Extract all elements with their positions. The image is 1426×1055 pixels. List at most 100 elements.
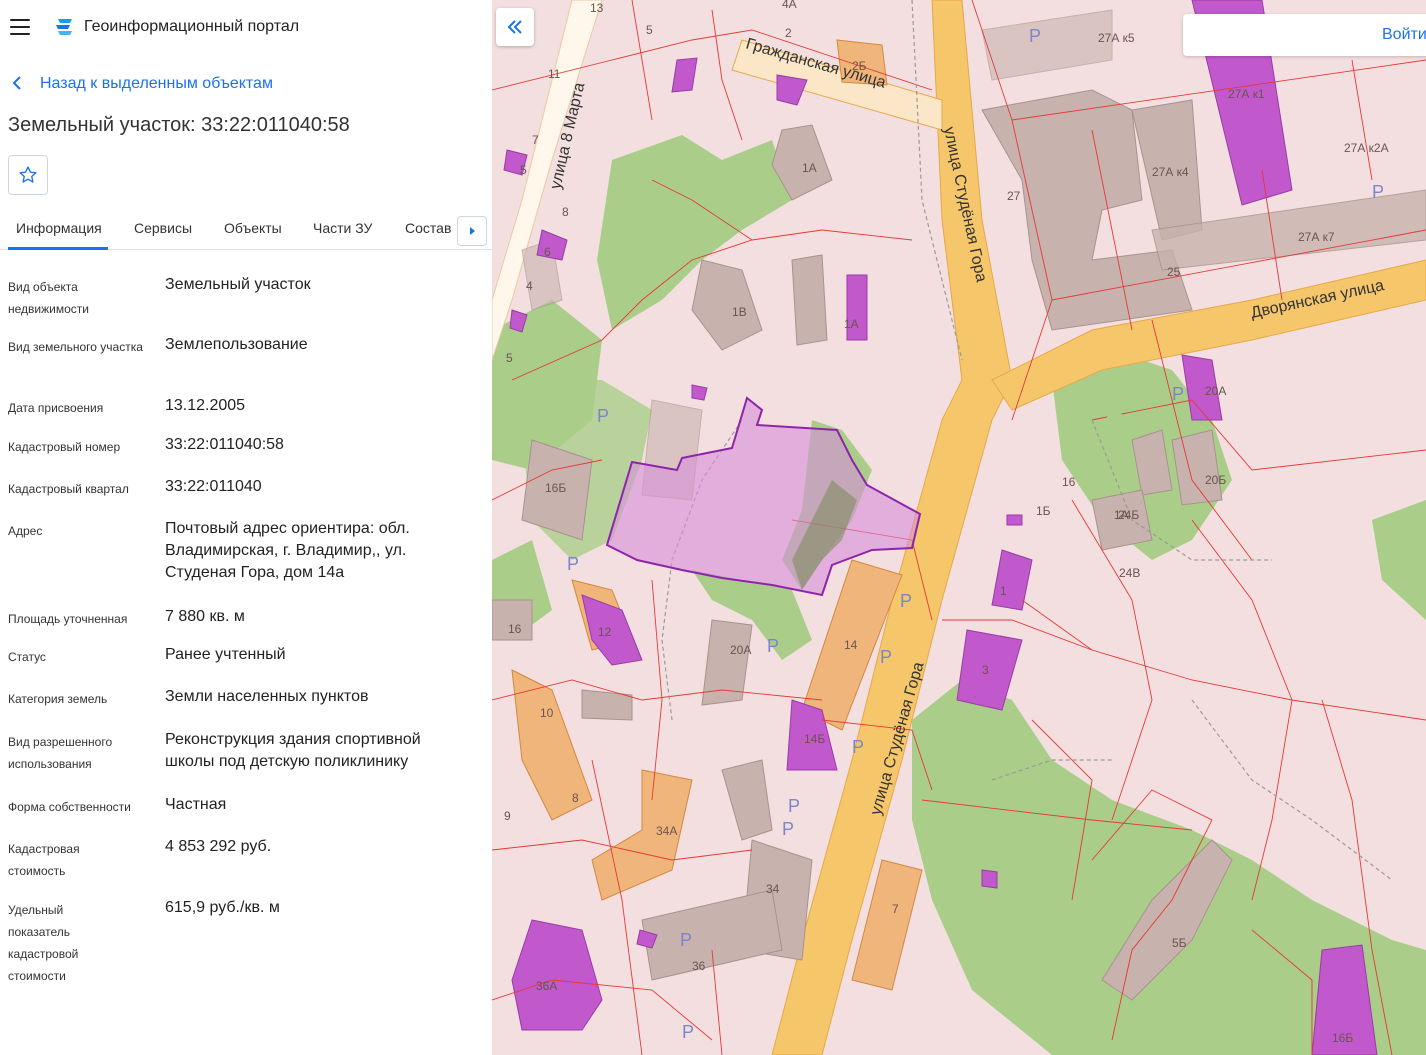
- svg-text:34А: 34А: [656, 824, 677, 838]
- svg-text:36А: 36А: [536, 979, 557, 993]
- tab-parts[interactable]: Части ЗУ: [313, 220, 372, 236]
- svg-text:14: 14: [844, 638, 858, 652]
- svg-text:P: P: [1172, 384, 1184, 404]
- svg-text:P: P: [597, 406, 609, 426]
- svg-text:24Б: 24Б: [1118, 508, 1139, 522]
- svg-text:P: P: [1029, 26, 1041, 46]
- svg-text:1В: 1В: [732, 305, 747, 319]
- login-button[interactable]: Войти: [1382, 26, 1426, 44]
- svg-text:27А к2А: 27А к2А: [1344, 141, 1389, 155]
- svg-text:4А: 4А: [782, 0, 797, 11]
- svg-text:8: 8: [572, 791, 579, 805]
- tab-information[interactable]: Информация: [16, 220, 102, 236]
- property-label: Вид разрешенного использования: [8, 735, 113, 771]
- svg-text:27А к4: 27А к4: [1152, 165, 1189, 179]
- svg-text:27А к1: 27А к1: [1228, 87, 1265, 101]
- svg-text:1А: 1А: [844, 317, 859, 331]
- top-bar: Геоинформационный портал: [0, 0, 492, 56]
- property-value: 4 853 292 руб.: [165, 838, 272, 855]
- info-panel: Геоинформационный портал Назад к выделен…: [0, 0, 492, 1055]
- tab-bar: Информация Сервисы Объекты Части ЗУ Сост…: [0, 210, 492, 250]
- app-title: Геоинформационный портал: [84, 18, 300, 35]
- property-label: Площадь уточненная: [8, 612, 128, 626]
- property-label: Кадастровый номер: [8, 440, 121, 454]
- svg-text:20А: 20А: [1205, 384, 1226, 398]
- page-title: Земельный участок: 33:22:011040:58: [8, 114, 350, 136]
- svg-text:16: 16: [508, 622, 522, 636]
- svg-text:16Б: 16Б: [545, 481, 566, 495]
- double-chevron-left-icon: [507, 20, 522, 34]
- property-label: Кадастровый квартал: [8, 482, 129, 496]
- property-label: Форма собственности: [8, 800, 131, 814]
- svg-text:P: P: [852, 737, 864, 757]
- svg-text:16Б: 16Б: [1332, 1031, 1353, 1045]
- svg-text:5: 5: [520, 163, 527, 177]
- property-value: Земли населенных пунктов: [165, 688, 369, 705]
- property-value: 33:22:011040: [165, 478, 262, 495]
- star-icon: [19, 166, 37, 183]
- menu-icon[interactable]: [10, 19, 30, 35]
- property-value: Земельный участок: [165, 276, 311, 293]
- svg-text:3: 3: [982, 663, 989, 677]
- favorite-button[interactable]: [8, 155, 48, 195]
- svg-text:P: P: [1372, 182, 1384, 202]
- svg-text:P: P: [682, 1022, 694, 1042]
- tab-objects[interactable]: Объекты: [224, 220, 282, 236]
- svg-text:27А к7: 27А к7: [1298, 230, 1335, 244]
- svg-text:7: 7: [532, 133, 539, 147]
- svg-text:16: 16: [1062, 475, 1076, 489]
- svg-text:2: 2: [785, 26, 792, 40]
- address-value: Почтовый адрес ориентира: обл. Владимирс…: [165, 520, 410, 581]
- svg-text:P: P: [680, 930, 692, 950]
- property-value: 33:22:011040:58: [165, 436, 284, 453]
- svg-text:25: 25: [1167, 265, 1181, 279]
- svg-text:P: P: [880, 647, 892, 667]
- tab-services[interactable]: Сервисы: [134, 220, 192, 236]
- svg-text:2Б: 2Б: [852, 59, 867, 73]
- property-value: Землепользование: [165, 336, 308, 353]
- property-value: 13.12.2005: [165, 397, 246, 414]
- svg-text:9: 9: [504, 809, 511, 823]
- property-value: Частная: [165, 796, 227, 813]
- chevron-left-icon: [12, 74, 26, 95]
- svg-text:8: 8: [562, 205, 569, 219]
- portal-logo-icon: [56, 19, 72, 35]
- svg-text:36: 36: [692, 959, 706, 973]
- property-label: Вид земельного участка: [8, 340, 143, 354]
- property-label: Удельный показатель кадастровой стоимост…: [8, 903, 79, 983]
- property-label: Кадастровая стоимость: [8, 842, 80, 878]
- svg-text:34: 34: [766, 882, 780, 896]
- property-label: Статус: [8, 650, 46, 664]
- svg-text:27: 27: [1007, 189, 1021, 203]
- tabs-scroll-right-button[interactable]: [457, 216, 487, 246]
- property-value: Реконструкция здания спортивной школы по…: [165, 731, 421, 770]
- svg-text:P: P: [567, 554, 579, 574]
- svg-text:12: 12: [598, 625, 612, 639]
- collapse-panel-button[interactable]: [496, 8, 534, 46]
- map-view[interactable]: P P P P P P P P P P P P P Гражданская ул…: [492, 0, 1426, 1055]
- property-value: Ранее учтенный: [165, 646, 286, 663]
- svg-text:P: P: [788, 796, 800, 816]
- svg-text:20А: 20А: [730, 643, 751, 657]
- property-label: Вид объекта недвижимости: [8, 280, 89, 316]
- svg-text:6: 6: [544, 245, 551, 259]
- caret-right-icon: [470, 227, 475, 235]
- svg-text:7: 7: [892, 902, 899, 916]
- svg-text:27А к5: 27А к5: [1098, 31, 1135, 45]
- svg-text:14Б: 14Б: [804, 732, 825, 746]
- back-to-selected-link[interactable]: Назад к выделенным объектам: [12, 73, 273, 95]
- svg-text:1Б: 1Б: [1036, 504, 1051, 518]
- svg-text:1: 1: [1000, 584, 1007, 598]
- svg-text:13: 13: [590, 1, 604, 15]
- active-tab-indicator: [8, 247, 108, 250]
- back-label: Назад к выделенным объектам: [40, 75, 273, 92]
- svg-text:P: P: [767, 636, 779, 656]
- property-value: 7 880 кв. м: [165, 608, 245, 625]
- map-canvas[interactable]: P P P P P P P P P P P P P Гражданская ул…: [492, 0, 1426, 1055]
- svg-text:24В: 24В: [1119, 566, 1140, 580]
- tab-composition[interactable]: Состав: [405, 220, 451, 236]
- svg-text:5: 5: [646, 23, 653, 37]
- property-label: Дата присвоения: [8, 401, 104, 415]
- property-label: Адрес: [8, 524, 43, 538]
- svg-text:1А: 1А: [802, 161, 817, 175]
